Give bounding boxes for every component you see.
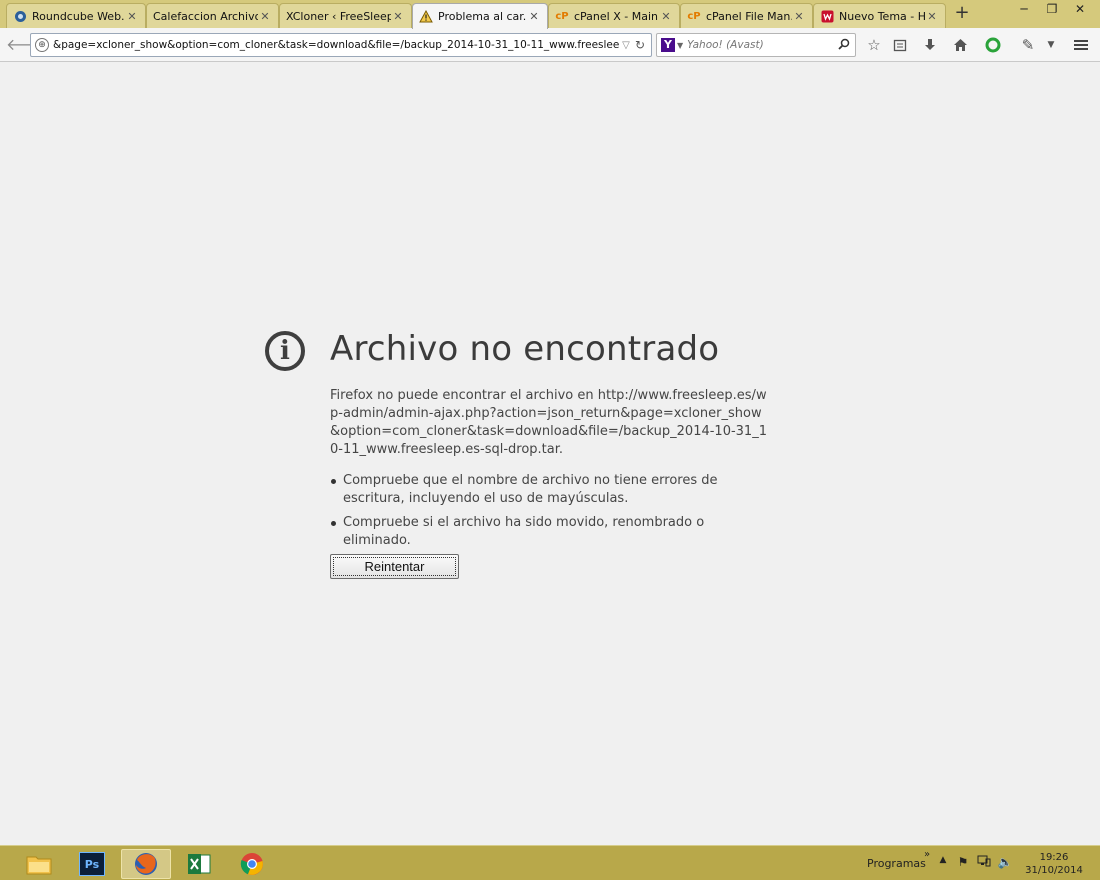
show-hidden-icons[interactable]: ▲ <box>935 855 951 865</box>
warning-icon <box>419 10 433 24</box>
close-icon[interactable]: ✕ <box>527 10 541 23</box>
bookmark-star-icon[interactable]: ☆ <box>863 34 885 56</box>
chevron-down-icon[interactable]: ▼ <box>677 41 683 50</box>
tab-cpanel-file[interactable]: cP cPanel File Man... ✕ <box>680 3 813 28</box>
cpanel-icon: cP <box>687 10 701 22</box>
photoshop-icon: Ps <box>79 852 105 876</box>
developer-tools-icon[interactable]: ✎ <box>1017 34 1039 56</box>
close-icon[interactable]: ✕ <box>125 10 139 23</box>
taskbar: Ps Programas » ▲ ⚑ 🔈 19:26 31/10/2014 <box>0 845 1100 880</box>
tab-xcloner[interactable]: XCloner ‹ FreeSleep ... ✕ <box>279 3 412 28</box>
list-item: Compruebe que el nombre de archivo no ti… <box>330 472 770 508</box>
close-window-button[interactable]: ✕ <box>1066 0 1094 20</box>
clock[interactable]: 19:26 31/10/2014 <box>1024 851 1084 877</box>
info-icon: i <box>265 331 305 371</box>
navigation-bar: 🡐 ⊕ ▽ ↻ Y ▼ ☆ ✎ ▼ <box>0 28 1100 62</box>
tab-nuevo-tema[interactable]: Nuevo Tema - H... ✕ <box>813 3 946 28</box>
tab-calefaccion[interactable]: Calefaccion Archivo... ✕ <box>146 3 279 28</box>
url-input[interactable] <box>53 39 619 51</box>
tab-roundcube[interactable]: Roundcube Web... ✕ <box>6 3 146 28</box>
chrome-icon <box>239 852 265 876</box>
close-icon[interactable]: ✕ <box>925 10 939 23</box>
error-description: Firefox no puede encontrar el archivo en… <box>330 388 767 457</box>
download-icon[interactable] <box>919 34 941 56</box>
search-bar[interactable]: Y ▼ <box>656 33 856 57</box>
yahoo-icon: Y <box>661 38 675 52</box>
close-icon[interactable]: ✕ <box>258 10 272 23</box>
menu-icon[interactable] <box>1070 34 1092 56</box>
cpanel-icon: cP <box>555 10 569 22</box>
roundcube-icon <box>13 9 27 23</box>
retry-button[interactable]: Reintentar <box>330 554 459 579</box>
folder-icon <box>26 852 52 876</box>
programs-toolbar-label[interactable]: Programas <box>867 857 926 870</box>
close-icon[interactable]: ✕ <box>659 10 673 23</box>
taskbar-excel[interactable] <box>174 849 224 879</box>
taskbar-photoshop[interactable]: Ps <box>67 849 117 879</box>
tab-strip: Roundcube Web... ✕ Calefaccion Archivo..… <box>0 0 1100 29</box>
new-tab-button[interactable]: + <box>952 4 972 24</box>
reload-icon[interactable]: ↻ <box>633 38 647 52</box>
home-icon[interactable] <box>949 34 971 56</box>
search-input[interactable] <box>687 39 837 51</box>
flag-icon[interactable]: ⚑ <box>955 855 971 869</box>
dropdown-icon[interactable]: ▽ <box>619 40 633 51</box>
taskbar-file-explorer[interactable] <box>14 849 64 879</box>
error-title: Archivo no encontrado <box>330 329 720 369</box>
network-icon[interactable] <box>976 855 992 870</box>
url-bar[interactable]: ⊕ ▽ ↻ <box>30 33 652 57</box>
tab-problema[interactable]: Problema al car... ✕ <box>412 3 548 29</box>
minimize-button[interactable]: ─ <box>1010 0 1038 20</box>
list-item: Compruebe si el archivo ha sido movido, … <box>330 514 770 550</box>
chevron-down-icon[interactable]: ▼ <box>1040 34 1062 56</box>
maximize-button[interactable]: ❐ <box>1038 0 1066 20</box>
close-icon[interactable]: ✕ <box>391 10 405 23</box>
avast-icon[interactable] <box>982 34 1004 56</box>
firefox-icon <box>133 852 159 876</box>
volume-icon[interactable]: 🔈 <box>997 855 1013 869</box>
chevron-right-icon[interactable]: » <box>919 849 935 860</box>
bookmarks-list-icon[interactable] <box>889 34 911 56</box>
taskbar-chrome[interactable] <box>227 849 277 879</box>
back-button[interactable]: 🡐 <box>6 34 49 56</box>
suggestion-list: Compruebe que el nombre de archivo no ti… <box>330 472 770 556</box>
page-content: i Archivo no encontrado Firefox no puede… <box>0 63 1100 845</box>
search-icon[interactable] <box>837 38 851 53</box>
excel-icon <box>186 852 212 876</box>
taskbar-firefox[interactable] <box>121 849 171 879</box>
forum-icon <box>820 9 834 23</box>
tab-cpanel-main[interactable]: cP cPanel X - Main ✕ <box>548 3 680 28</box>
globe-icon: ⊕ <box>35 38 49 52</box>
close-icon[interactable]: ✕ <box>792 10 806 23</box>
